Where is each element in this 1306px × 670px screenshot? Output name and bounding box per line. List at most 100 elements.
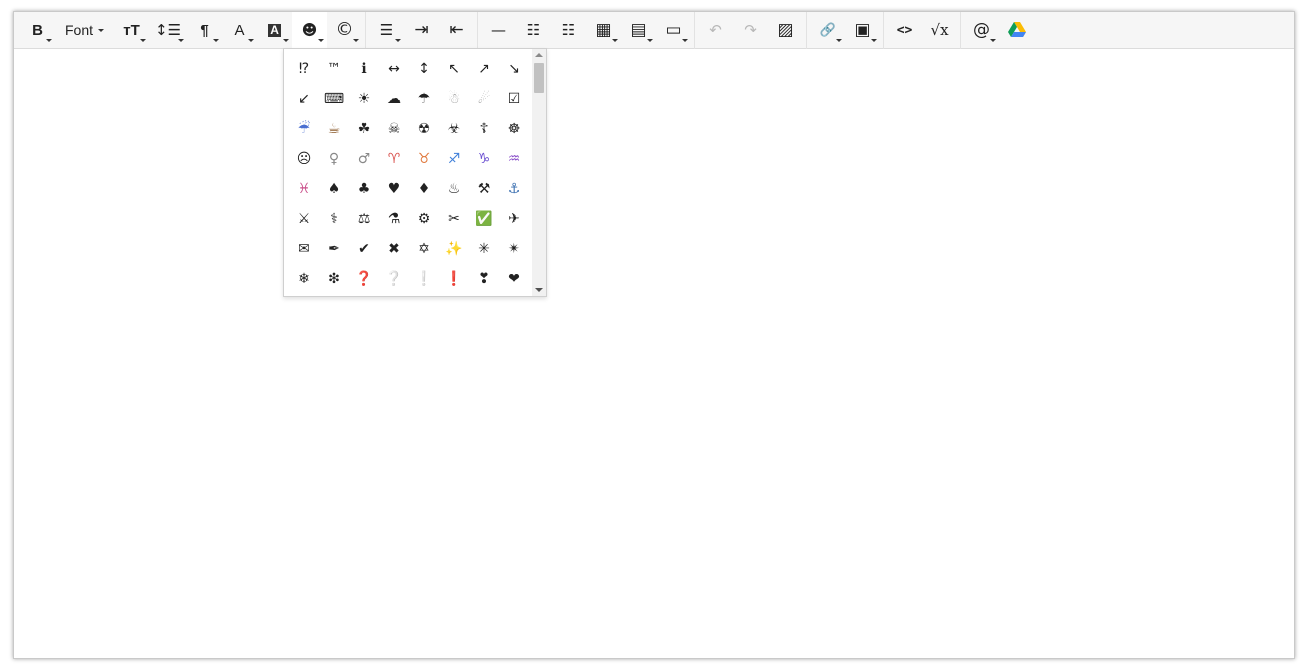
emoji-item[interactable]: ☘	[349, 114, 379, 144]
emoji-item[interactable]: ↔	[379, 54, 409, 84]
emoji-item[interactable]: ❄	[289, 264, 319, 294]
font-size-button[interactable]: ᴛT	[114, 12, 149, 49]
emoji-item[interactable]: ♥	[379, 174, 409, 204]
emoji-item[interactable]: ❕	[409, 264, 439, 294]
emoji-item[interactable]: ☀	[349, 84, 379, 114]
emoji-item[interactable]: ✉	[289, 234, 319, 264]
emoji-item[interactable]: ↕	[409, 54, 439, 84]
emoji-item[interactable]: ♒	[499, 144, 529, 174]
emoji-item[interactable]: ↖	[439, 54, 469, 84]
emoji-item[interactable]: ♣	[349, 174, 379, 204]
emoji-item[interactable]: ™	[319, 54, 349, 84]
emoji-item[interactable]: ☑	[499, 84, 529, 114]
bulleted-list-button[interactable]: ☷	[516, 12, 551, 49]
emoji-item[interactable]: ☄	[469, 84, 499, 114]
emoji-item[interactable]: ❤	[499, 264, 529, 294]
emoji-item[interactable]: ☸	[499, 114, 529, 144]
emoji-item[interactable]: ☢	[409, 114, 439, 144]
emoji-item[interactable]: ♓	[289, 174, 319, 204]
emoji-item[interactable]: ❣	[469, 264, 499, 294]
table-cell-button[interactable]: ▤	[621, 12, 656, 49]
emoji-item[interactable]: ♑	[469, 144, 499, 174]
font-family-button[interactable]: Font	[55, 12, 114, 49]
undo-icon: ↶	[709, 20, 722, 39]
emoji-item[interactable]: ⚗	[379, 204, 409, 234]
insert-image-button[interactable]: ▣	[845, 12, 880, 49]
emoji-item[interactable]: ♉	[409, 144, 439, 174]
emoji-item[interactable]: ❇	[319, 264, 349, 294]
emoji-item[interactable]: ☹	[289, 144, 319, 174]
emoji-item[interactable]: ❔	[379, 264, 409, 294]
scroll-thumb[interactable]	[534, 63, 544, 93]
emoji-item[interactable]: ⚖	[349, 204, 379, 234]
google-drive-button[interactable]	[999, 12, 1034, 49]
emoji-item[interactable]: ↙	[289, 84, 319, 114]
select-all-button[interactable]: ▨	[768, 12, 803, 49]
editor-content-area[interactable]	[14, 49, 1294, 658]
emoji-item[interactable]: ♀	[319, 144, 349, 174]
emoji-item[interactable]: ✴	[499, 234, 529, 264]
mention-button[interactable]: @	[964, 12, 999, 49]
undo-button[interactable]: ↶	[698, 12, 733, 49]
emoji-item[interactable]: ✒	[319, 234, 349, 264]
emoji-item[interactable]: ☕	[319, 114, 349, 144]
emoji-item[interactable]: ☣	[439, 114, 469, 144]
toolbar-separator	[694, 11, 696, 49]
emoji-item[interactable]: ❓	[349, 264, 379, 294]
emoji-item[interactable]: ⚙	[409, 204, 439, 234]
emoji-item[interactable]: ☦	[469, 114, 499, 144]
emoji-item[interactable]: ✅	[469, 204, 499, 234]
emoji-item[interactable]: ♦	[409, 174, 439, 204]
emoji-item[interactable]: ↗	[469, 54, 499, 84]
emoji-item[interactable]: ♠	[319, 174, 349, 204]
special-characters-button[interactable]: ©	[327, 12, 362, 49]
emoji-scrollbar[interactable]	[532, 49, 546, 296]
emoji-item[interactable]: ✖	[379, 234, 409, 264]
emoji-item[interactable]: ⚔	[289, 204, 319, 234]
chevron-down-icon	[836, 38, 843, 42]
emoji-item[interactable]: ✂	[439, 204, 469, 234]
insert-link-button[interactable]: 🔗	[810, 12, 845, 49]
emoji-item[interactable]: ✳	[469, 234, 499, 264]
outdent-button[interactable]: ⇤	[439, 12, 474, 49]
emoji-item[interactable]: ♨	[439, 174, 469, 204]
outdent-icon: ⇤	[449, 19, 464, 40]
emoji-item[interactable]: ☁	[379, 84, 409, 114]
emoji-button[interactable]: ☻	[292, 11, 328, 49]
emoji-item[interactable]: ✔	[349, 234, 379, 264]
emoji-item[interactable]: ⁉	[289, 54, 319, 84]
emoji-item[interactable]: ☃	[439, 84, 469, 114]
emoji-item[interactable]: ❗	[439, 264, 469, 294]
emoji-item[interactable]: ✈	[499, 204, 529, 234]
scroll-down-arrow-icon[interactable]	[535, 288, 543, 292]
emoji-item[interactable]: ♐	[439, 144, 469, 174]
align-button[interactable]: ☰	[369, 12, 404, 49]
emoji-item[interactable]: ☂	[409, 84, 439, 114]
emoji-item[interactable]: ↘	[499, 54, 529, 84]
emoji-item[interactable]: ℹ	[349, 54, 379, 84]
table-properties-button[interactable]: ▭	[656, 12, 691, 49]
indent-button[interactable]: ⇥	[404, 12, 439, 49]
numbered-list-button[interactable]: ☷	[551, 12, 586, 49]
emoji-item[interactable]: ✨	[439, 234, 469, 264]
emoji-item[interactable]: ♈	[379, 144, 409, 174]
emoji-item[interactable]: ⚒	[469, 174, 499, 204]
emoji-item[interactable]: ✡	[409, 234, 439, 264]
redo-button[interactable]: ↷	[733, 12, 768, 49]
emoji-item[interactable]: ⚓	[499, 174, 529, 204]
emoji-item[interactable]: ☔	[289, 114, 319, 144]
emoji-item[interactable]: ⌨	[319, 84, 349, 114]
source-code-button[interactable]: <>	[887, 12, 922, 49]
horizontal-rule-button[interactable]: —	[481, 12, 516, 49]
background-color-button[interactable]: A	[257, 12, 292, 49]
emoji-item[interactable]: ♂	[349, 144, 379, 174]
insert-table-button[interactable]: ▦	[586, 12, 621, 49]
paragraph-format-button[interactable]: ¶	[187, 12, 222, 49]
bold-button[interactable]: B	[20, 12, 55, 49]
emoji-item[interactable]: ☠	[379, 114, 409, 144]
scroll-up-arrow-icon[interactable]	[535, 53, 543, 57]
math-formula-button[interactable]: √x	[922, 12, 957, 49]
emoji-item[interactable]: ⚕	[319, 204, 349, 234]
line-height-button[interactable]: ↕☰	[149, 12, 187, 49]
text-color-button[interactable]: A	[222, 12, 257, 49]
